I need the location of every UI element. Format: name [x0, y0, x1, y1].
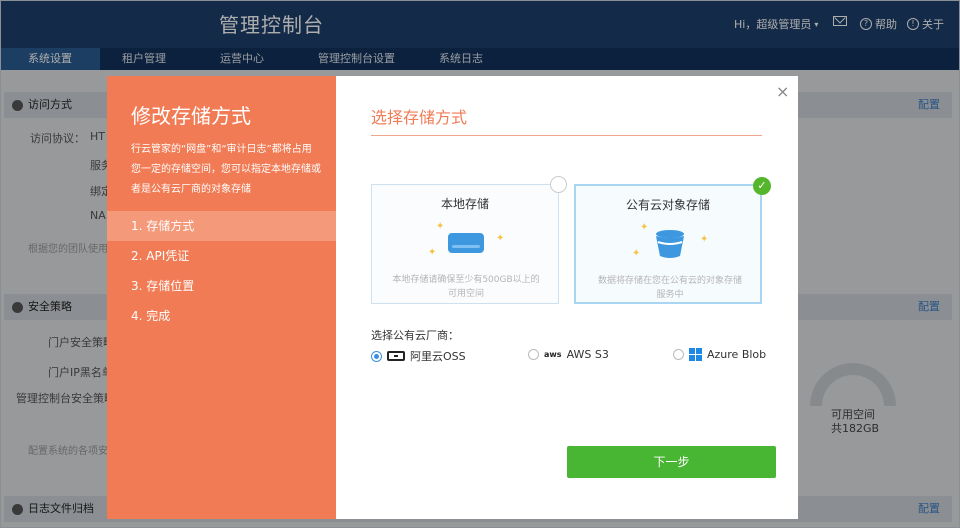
checkmark-icon: ✓: [753, 177, 771, 195]
provider-name: 阿里云OSS: [410, 350, 466, 363]
card-description: 本地存储请确保至少有500GB以上的可用空间: [392, 275, 540, 299]
card-radio[interactable]: [550, 176, 567, 193]
aws-logo: aws: [544, 349, 562, 359]
radio-selected[interactable]: [371, 350, 382, 362]
aliyun-logo: [387, 351, 405, 361]
sparkle-icon: ✦: [700, 234, 709, 245]
radio[interactable]: [673, 349, 684, 360]
windows-logo: [689, 348, 702, 361]
provider-label: 选择公有云厂商：: [371, 329, 459, 342]
provider-name: Azure Blob: [707, 348, 767, 361]
step-list: 1. 存储方式 2. API凭证 3. 存储位置 4. 完成: [107, 211, 336, 331]
bucket-icon: [656, 230, 684, 258]
modal-description: 行云管家的“网盘”和“审计日志”都将占用您一定的存储空间，您可以指定本地存储或者…: [131, 144, 321, 195]
card-local-storage[interactable]: 本地存储 ✦ ✦ ✦ 本地存储请确保至少有500GB以上的可用空间: [371, 176, 567, 304]
sparkle-icon: ✦: [436, 221, 445, 232]
card-title: 公有云对象存储: [625, 198, 710, 212]
card-description: 数据将存储在您在公有云的对象存储服务中: [597, 276, 742, 300]
step-storage-method: 1. 存储方式: [107, 211, 336, 241]
card-cloud-storage[interactable]: 公有云对象存储 ✦ ✦ ✦ 数据将存储在您在公有云的对象存储服务中 ✓: [574, 177, 771, 304]
sparkle-icon: ✦: [632, 248, 641, 259]
sparkle-icon: ✦: [428, 247, 437, 258]
modal-sidebar: 修改存储方式 行云管家的“网盘”和“审计日志”都将占用您一定的存储空间，您可以指…: [107, 76, 336, 519]
modal-content: × 选择存储方式 本地存储 ✦ ✦ ✦ 本地存储请确保至少有500GB以上的可用…: [336, 76, 798, 519]
step-api-credentials: 2. API凭证: [131, 249, 190, 263]
hard-drive-icon: [448, 233, 484, 253]
sparkle-icon: ✦: [640, 222, 649, 233]
provider-name: AWS S3: [566, 348, 609, 361]
sparkle-icon: ✦: [496, 233, 505, 244]
storage-modal: 修改存储方式 行云管家的“网盘”和“审计日志”都将占用您一定的存储空间，您可以指…: [107, 76, 798, 519]
close-icon[interactable]: ×: [776, 82, 789, 101]
step-done: 4. 完成: [131, 309, 171, 323]
provider-option-aliyun[interactable]: 阿里云OSS: [371, 348, 466, 364]
next-button[interactable]: 下一步: [567, 446, 776, 478]
section-title: 选择存储方式: [371, 108, 468, 127]
radio[interactable]: [528, 349, 539, 360]
card-title: 本地存储: [440, 197, 489, 211]
title-divider: [371, 135, 762, 136]
provider-option-azure[interactable]: Azure Blob: [673, 348, 766, 361]
provider-option-aws[interactable]: aws AWS S3: [528, 348, 609, 361]
modal-title: 修改存储方式: [131, 104, 251, 128]
step-storage-location: 3. 存储位置: [131, 279, 195, 293]
